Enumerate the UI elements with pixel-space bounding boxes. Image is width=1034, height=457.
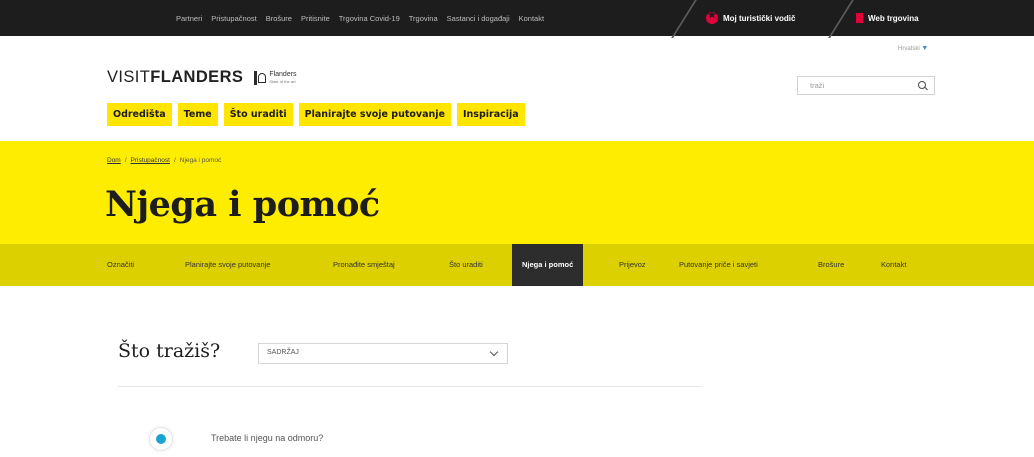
subnav-highlights[interactable]: Označiti [107, 244, 134, 286]
breadcrumb-home[interactable]: Dom [107, 157, 121, 164]
top-link-press[interactable]: Pritisnite [301, 14, 330, 23]
item-badge-icon [149, 427, 173, 451]
main-nav: Odredišta Teme Što uraditi Planirajte sv… [107, 103, 525, 126]
language-selector[interactable]: Hrvatski ▼ [898, 45, 928, 52]
subnav-accommodation[interactable]: Pronađite smještaj [333, 244, 395, 286]
search-icon[interactable] [918, 81, 926, 89]
flanders-brand-name: Flanders [269, 70, 297, 78]
subnav-care-and-help[interactable]: Njega i pomoć [512, 244, 584, 286]
top-link-brochures[interactable]: Brošure [266, 14, 292, 23]
page-title: Njega i pomoć [105, 184, 380, 225]
top-link-meetings[interactable]: Sastanci i događaji [447, 14, 510, 23]
top-link-shop[interactable]: Trgovina [409, 14, 438, 23]
content-divider [118, 386, 702, 387]
logo-visit-text: VISIT [107, 68, 151, 86]
nav-themes[interactable]: Teme [177, 103, 218, 126]
list-item-link[interactable]: Trebate li njegu na odmoru? [211, 433, 323, 443]
nav-things-to-do[interactable]: Što uraditi [223, 103, 293, 126]
flanders-brand-tagline: State of the art [269, 78, 296, 84]
nav-plan-your-trip[interactable]: Planirajte svoje putovanje [298, 103, 451, 126]
flanders-lion-icon [253, 70, 267, 86]
subnav-things-to-do[interactable]: Što uraditi [449, 244, 483, 286]
breadcrumb-current: Njega i pomoć [179, 157, 222, 164]
subnav-brochures[interactable]: Brošure [818, 244, 844, 286]
my-guide-label: Moj turistički vodič [723, 13, 796, 23]
content-type-select[interactable]: SADRŽAJ [258, 343, 508, 364]
breadcrumb-separator: / [124, 157, 127, 164]
top-link-contact[interactable]: Kontakt [519, 14, 544, 23]
subnav-transport[interactable]: Prijevoz [619, 244, 646, 286]
breadcrumb-separator: / [173, 157, 176, 164]
search-box[interactable]: traži [797, 76, 935, 95]
webshop-label: Web trgovina [868, 13, 919, 23]
nav-destinations[interactable]: Odredišta [107, 103, 172, 126]
nav-inspiration[interactable]: Inspiracija [457, 103, 525, 126]
top-link-covid-shop[interactable]: Trgovina Covid-19 [339, 14, 400, 23]
flanders-brand: Flanders State of the art [269, 71, 296, 85]
search-placeholder: traži [810, 81, 825, 90]
breadcrumb-accessibility[interactable]: Pristupačnost [131, 157, 170, 164]
star-icon [706, 10, 718, 24]
subnav-stories-tips[interactable]: Putovanje priče i savjeti [679, 244, 758, 286]
visitflanders-logo[interactable]: VISIT FLANDERS Flanders State of the art [107, 68, 297, 87]
subnav-contact[interactable]: Kontakt [881, 244, 906, 286]
breadcrumb: Dom / Pristupačnost / Njega i pomoć [107, 157, 221, 164]
language-label: Hrvatski [898, 46, 920, 52]
caret-down-icon: ▼ [921, 45, 929, 52]
webshop-button[interactable]: Web trgovina [856, 0, 919, 36]
top-links: Partneri Pristupačnost Brošure Pritisnit… [176, 0, 544, 36]
search-question-label: Što tražiš? [118, 340, 221, 362]
chevron-down-icon [489, 347, 499, 357]
subnav-plan-trip[interactable]: Planirajte svoje putovanje [185, 244, 270, 286]
top-link-partners[interactable]: Partneri [176, 14, 202, 23]
my-guide-button[interactable]: Moj turistički vodič [706, 0, 795, 36]
logo-flanders-text: FLANDERS [150, 68, 244, 86]
select-value: SADRŽAJ [267, 349, 299, 356]
top-link-accessibility[interactable]: Pristupačnost [211, 14, 256, 23]
shopping-bag-icon [856, 13, 863, 23]
